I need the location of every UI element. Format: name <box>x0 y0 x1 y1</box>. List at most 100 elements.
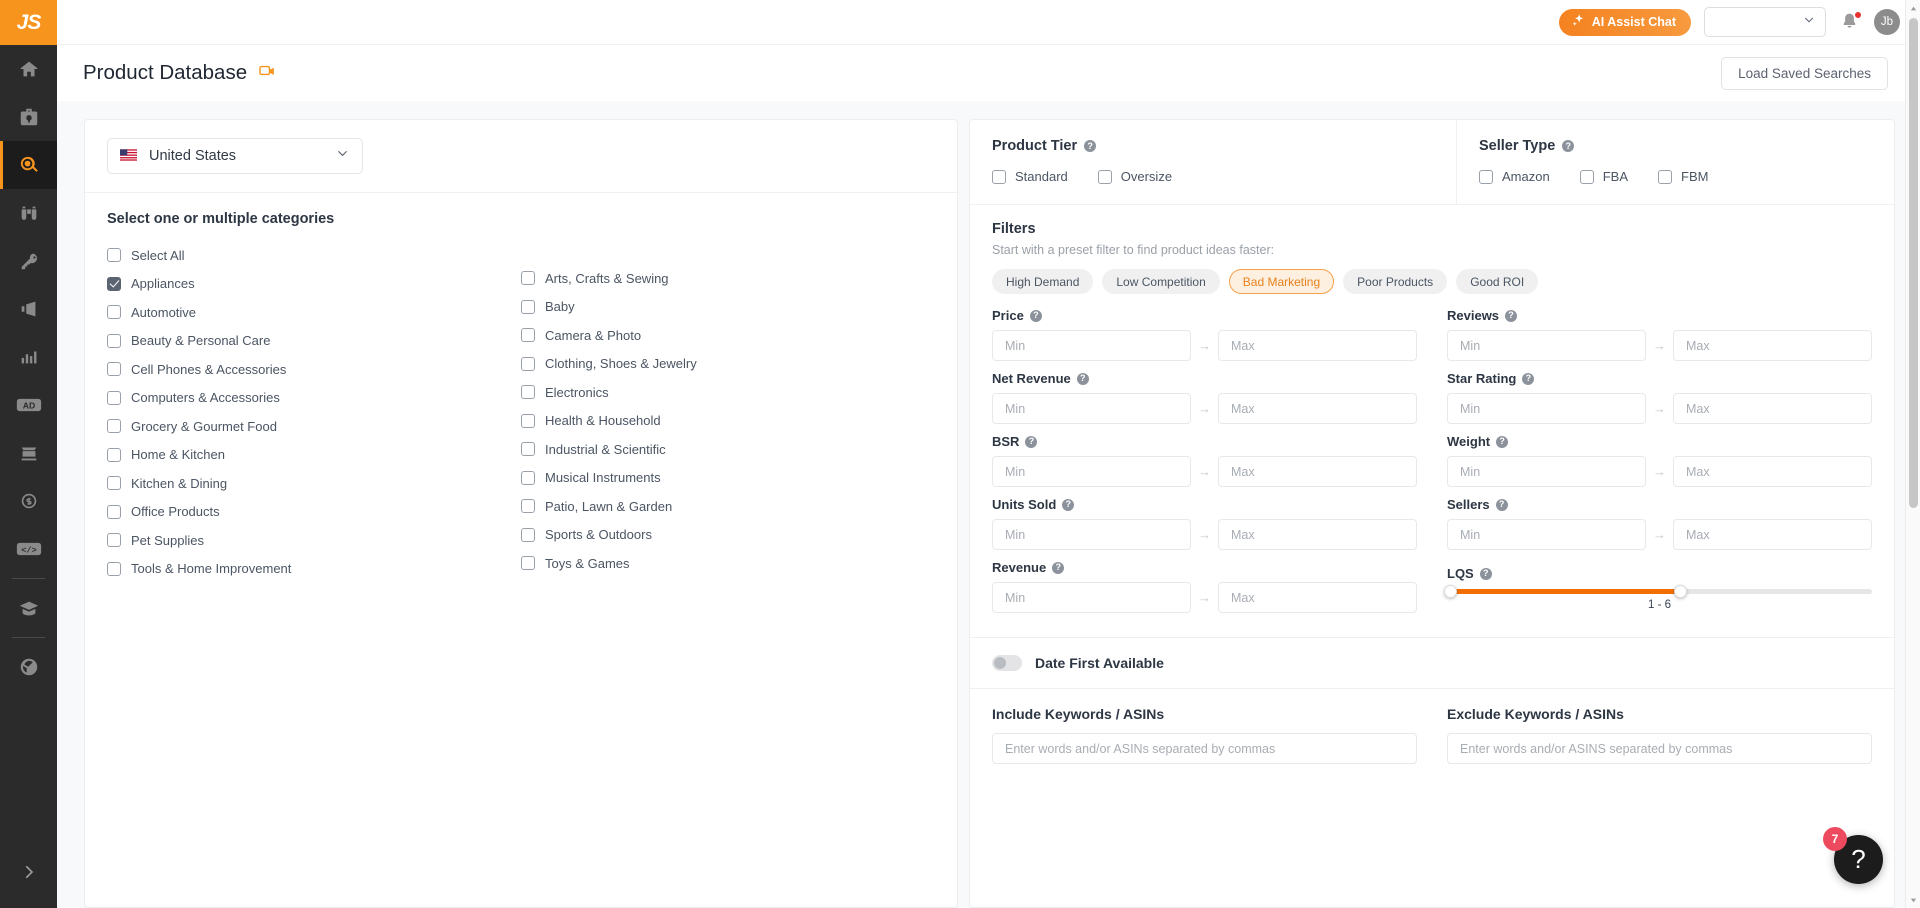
filter-min-input[interactable] <box>1447 330 1646 361</box>
date-first-available-toggle[interactable] <box>992 655 1022 671</box>
seller-type-checkbox[interactable] <box>1579 169 1594 184</box>
category-item[interactable]: Industrial & Scientific <box>521 435 935 464</box>
category-checkbox[interactable] <box>107 419 121 434</box>
category-checkbox[interactable] <box>521 356 535 371</box>
sidebar-item-advertising[interactable]: AD <box>0 381 57 429</box>
category-item[interactable]: Computers & Accessories <box>107 384 521 413</box>
help-icon[interactable]: ? <box>1495 498 1508 511</box>
category-checkbox[interactable] <box>521 413 535 428</box>
help-icon[interactable]: ? <box>1479 567 1492 580</box>
category-checkbox[interactable] <box>107 533 121 548</box>
category-item[interactable]: Arts, Crafts & Sewing <box>521 264 935 293</box>
notifications-button[interactable] <box>1839 11 1862 33</box>
account-select[interactable] <box>1704 7 1826 37</box>
category-item[interactable]: Office Products <box>107 498 521 527</box>
sidebar-item-keyword-research[interactable] <box>0 237 57 285</box>
seller-type-checkbox[interactable] <box>1479 169 1493 184</box>
category-checkbox[interactable] <box>107 561 121 576</box>
sidebar-item-academy[interactable] <box>0 584 57 632</box>
filter-max-input[interactable] <box>1218 330 1417 361</box>
category-item[interactable]: Appliances <box>107 270 521 299</box>
sidebar-item-toolbox[interactable] <box>0 93 57 141</box>
category-checkbox[interactable] <box>521 299 535 314</box>
filter-max-input[interactable] <box>1673 393 1872 424</box>
category-checkbox[interactable] <box>521 328 535 343</box>
filter-min-input[interactable] <box>992 519 1191 550</box>
product-tier-option[interactable]: Oversize <box>1097 169 1172 184</box>
category-item[interactable]: Automotive <box>107 298 521 327</box>
help-icon[interactable]: ? <box>1076 372 1089 385</box>
filter-min-input[interactable] <box>1447 519 1646 550</box>
category-checkbox[interactable] <box>107 447 121 462</box>
preset-filter-pill[interactable]: Low Competition <box>1102 269 1220 294</box>
video-camera-icon[interactable] <box>258 61 277 85</box>
lqs-slider-knob-min[interactable] <box>1444 584 1457 598</box>
scrollbar-thumb[interactable] <box>1909 18 1918 508</box>
preset-filter-pill[interactable]: Good ROI <box>1456 269 1539 294</box>
category-item[interactable]: Toys & Games <box>521 549 935 578</box>
category-checkbox[interactable] <box>107 390 121 405</box>
category-item[interactable]: Patio, Lawn & Garden <box>521 492 935 521</box>
sidebar-item-developer[interactable]: </> <box>0 525 57 573</box>
category-checkbox[interactable] <box>107 504 121 519</box>
category-item[interactable]: Tools & Home Improvement <box>107 555 521 584</box>
category-item[interactable]: Select All <box>107 241 521 270</box>
category-item[interactable]: Cell Phones & Accessories <box>107 355 521 384</box>
sidebar-item-analytics[interactable] <box>0 333 57 381</box>
include-keywords-input[interactable] <box>992 733 1417 764</box>
category-checkbox[interactable] <box>107 476 121 491</box>
exclude-keywords-input[interactable] <box>1447 733 1872 764</box>
sidebar-item-home[interactable] <box>0 45 57 93</box>
filter-max-input[interactable] <box>1673 330 1872 361</box>
filter-min-input[interactable] <box>1447 393 1646 424</box>
category-item[interactable]: Grocery & Gourmet Food <box>107 412 521 441</box>
sidebar-item-inventory[interactable] <box>0 429 57 477</box>
help-icon[interactable]: ? <box>1062 498 1075 511</box>
category-checkbox[interactable] <box>521 470 535 485</box>
product-tier-checkbox[interactable] <box>1097 169 1112 184</box>
category-checkbox[interactable] <box>521 499 535 514</box>
help-icon[interactable]: ? <box>1052 561 1065 574</box>
lqs-slider-knob-max[interactable] <box>1673 584 1687 598</box>
preset-filter-pill[interactable]: Bad Marketing <box>1228 269 1335 294</box>
help-icon[interactable]: ? <box>1029 309 1042 322</box>
seller-type-option[interactable]: FBA <box>1579 169 1628 184</box>
category-item[interactable]: Beauty & Personal Care <box>107 327 521 356</box>
product-tier-checkbox[interactable] <box>992 169 1006 184</box>
category-checkbox[interactable] <box>521 442 535 457</box>
category-item[interactable]: Pet Supplies <box>107 526 521 555</box>
lqs-slider-track[interactable] <box>1444 584 1872 598</box>
category-checkbox[interactable] <box>107 333 121 348</box>
category-item[interactable]: Health & Household <box>521 407 935 436</box>
sidebar-item-product-research[interactable] <box>0 141 57 189</box>
seller-type-option[interactable]: Amazon <box>1479 169 1550 184</box>
help-icon[interactable]: ? <box>1505 309 1518 322</box>
filter-max-input[interactable] <box>1218 393 1417 424</box>
sidebar-expand-button[interactable] <box>0 854 57 894</box>
category-item[interactable]: Camera & Photo <box>521 321 935 350</box>
filter-min-input[interactable] <box>1447 456 1646 487</box>
help-button[interactable]: ? 7 <box>1823 827 1883 884</box>
scroll-down-button[interactable] <box>1906 892 1920 908</box>
ai-assist-chat-button[interactable]: AI Assist Chat <box>1558 8 1691 36</box>
category-checkbox[interactable] <box>521 271 535 286</box>
category-item[interactable]: Electronics <box>521 378 935 407</box>
preset-filter-pill[interactable]: High Demand <box>992 269 1094 294</box>
category-checkbox[interactable] <box>107 305 121 320</box>
load-saved-searches-button[interactable]: Load Saved Searches <box>1721 56 1888 90</box>
seller-type-checkbox[interactable] <box>1658 169 1672 184</box>
help-icon[interactable]: ? <box>1522 372 1535 385</box>
marketplace-select[interactable]: United States <box>107 138 363 174</box>
category-item[interactable]: Sports & Outdoors <box>521 521 935 550</box>
filter-min-input[interactable] <box>992 582 1191 613</box>
filter-max-input[interactable] <box>1218 456 1417 487</box>
category-item[interactable]: Musical Instruments <box>521 464 935 493</box>
filter-max-input[interactable] <box>1218 519 1417 550</box>
page-scrollbar[interactable] <box>1905 0 1920 908</box>
seller-type-option[interactable]: FBM <box>1658 169 1708 184</box>
sidebar-item-marketing[interactable] <box>0 285 57 333</box>
filter-min-input[interactable] <box>992 393 1191 424</box>
app-logo[interactable]: JS <box>0 0 57 45</box>
category-item[interactable]: Kitchen & Dining <box>107 469 521 498</box>
scroll-up-button[interactable] <box>1906 0 1920 16</box>
